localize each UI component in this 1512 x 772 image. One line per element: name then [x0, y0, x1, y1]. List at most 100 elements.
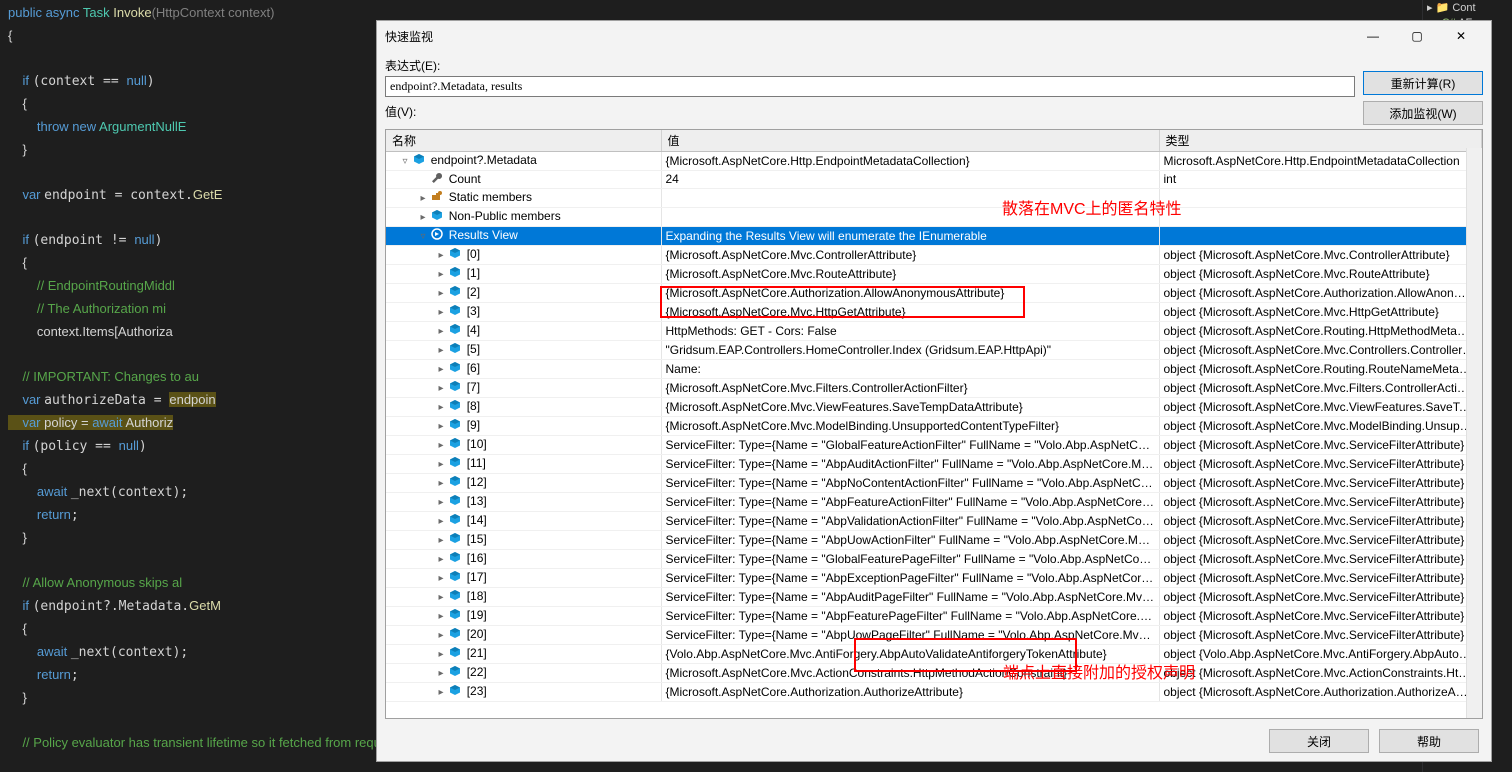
row-type: object {Microsoft.AspNetCore.Authorizati… [1159, 284, 1482, 303]
expand-icon[interactable]: ▸ [436, 399, 446, 416]
cube-icon [449, 437, 463, 449]
watch-row[interactable]: ▿ Results ViewExpanding the Results View… [386, 227, 1482, 246]
expand-icon[interactable]: ▸ [436, 418, 446, 435]
watch-row[interactable]: ▿ endpoint?.Metadata{Microsoft.AspNetCor… [386, 152, 1482, 171]
row-type: object {Volo.Abp.AspNetCore.Mvc.AntiForg… [1159, 645, 1482, 664]
expand-icon[interactable]: ▸ [436, 266, 446, 283]
row-name: [21] [467, 646, 487, 660]
expand-icon[interactable]: ▸ [436, 456, 446, 473]
expand-icon[interactable]: ▸ [436, 475, 446, 492]
expand-icon[interactable]: ▸ [436, 304, 446, 321]
row-name: endpoint?.Metadata [431, 153, 537, 167]
watch-row[interactable]: ▸ [9]{Microsoft.AspNetCore.Mvc.ModelBind… [386, 417, 1482, 436]
expand-icon[interactable]: ▸ [418, 209, 428, 226]
watch-grid[interactable]: 名称 值 类型 ▿ endpoint?.Metadata{Microsoft.A… [385, 129, 1483, 719]
annotation-bottom: 端点上直接附加的授权声明 [1003, 659, 1195, 683]
row-value: {Microsoft.AspNetCore.Mvc.Filters.Contro… [661, 379, 1159, 398]
expand-icon[interactable]: ▸ [436, 532, 446, 549]
quickwatch-dialog: 快速监视 — ▢ ✕ 表达式(E): 值(V): 重新计算(R) 添加监视(W)… [376, 20, 1492, 762]
expand-icon[interactable]: ▸ [436, 380, 446, 397]
reevaluate-button[interactable]: 重新计算(R) [1363, 71, 1483, 95]
cube-icon [449, 608, 463, 620]
row-name: [13] [467, 494, 487, 508]
expand-icon[interactable]: ▸ [436, 323, 446, 340]
row-name: [8] [467, 399, 480, 413]
row-type: object {Microsoft.AspNetCore.Mvc.Control… [1159, 341, 1482, 360]
expand-icon[interactable]: ▸ [436, 684, 446, 701]
expand-icon[interactable]: ▸ [436, 551, 446, 568]
watch-row[interactable]: ▸ [15]ServiceFilter: Type={Name = "AbpUo… [386, 531, 1482, 550]
row-value: ServiceFilter: Type={Name = "AbpAuditPag… [661, 588, 1159, 607]
close-button[interactable]: ✕ [1439, 22, 1483, 50]
watch-row[interactable]: ▸ [17]ServiceFilter: Type={Name = "AbpEx… [386, 569, 1482, 588]
expand-icon[interactable]: ▸ [436, 608, 446, 625]
watch-row[interactable]: ▸ [7]{Microsoft.AspNetCore.Mvc.Filters.C… [386, 379, 1482, 398]
watch-row[interactable]: ▸ [12]ServiceFilter: Type={Name = "AbpNo… [386, 474, 1482, 493]
solution-item[interactable]: ▸ 📁 Cont [1423, 0, 1512, 15]
row-value: ServiceFilter: Type={Name = "GlobalFeatu… [661, 436, 1159, 455]
row-name: [16] [467, 551, 487, 565]
expand-icon[interactable]: ▸ [436, 646, 446, 663]
watch-row[interactable]: ▸ [18]ServiceFilter: Type={Name = "AbpAu… [386, 588, 1482, 607]
row-type [1159, 227, 1482, 246]
watch-row[interactable]: ▸ [19]ServiceFilter: Type={Name = "AbpFe… [386, 607, 1482, 626]
row-name: [1] [467, 266, 480, 280]
row-type [1159, 208, 1482, 227]
cube-icon [449, 418, 463, 430]
watch-row[interactable]: ▸ [8] {Microsoft.AspNetCore.Mvc.ViewFeatu… [386, 398, 1482, 417]
watch-row[interactable]: ▸ [1]{Microsoft.AspNetCore.Mvc.RouteAttr… [386, 265, 1482, 284]
row-type: object {Microsoft.AspNetCore.Mvc.Service… [1159, 493, 1482, 512]
watch-row[interactable]: ▸ [4]HttpMethods: GET - Cors: Falseobjec… [386, 322, 1482, 341]
row-name: [4] [467, 323, 480, 337]
row-name: [10] [467, 437, 487, 451]
expand-icon[interactable]: ▸ [436, 513, 446, 530]
minimize-button[interactable]: — [1351, 22, 1395, 50]
expand-icon[interactable]: ▸ [436, 247, 446, 264]
expand-icon[interactable]: ▿ [400, 153, 410, 170]
expand-icon[interactable]: ▸ [436, 570, 446, 587]
maximize-button[interactable]: ▢ [1395, 22, 1439, 50]
cube-icon [449, 665, 463, 677]
watch-row[interactable]: ▸ Static members [386, 189, 1482, 208]
cube-icon [449, 570, 463, 582]
watch-row[interactable]: ▸ [10] ServiceFilter: Type={Name = "Globa… [386, 436, 1482, 455]
vertical-scrollbar[interactable] [1466, 148, 1482, 718]
expression-input[interactable] [385, 76, 1355, 97]
watch-row[interactable]: ▸ [13]ServiceFilter: Type={Name = "AbpFe… [386, 493, 1482, 512]
watch-row[interactable]: ▸ [0]{Microsoft.AspNetCore.Mvc.Controlle… [386, 246, 1482, 265]
expand-icon[interactable]: ▿ [418, 228, 428, 245]
cube-icon [449, 646, 463, 658]
add-watch-button[interactable]: 添加监视(W) [1363, 101, 1483, 125]
expand-icon[interactable]: ▸ [436, 285, 446, 302]
expand-icon[interactable]: ▸ [436, 361, 446, 378]
watch-row[interactable]: Count24int [386, 171, 1482, 189]
watch-row[interactable]: ▸ [23]{Microsoft.AspNetCore.Authorizatio… [386, 683, 1482, 702]
expand-icon[interactable]: ▸ [418, 190, 428, 207]
watch-row[interactable]: ▸ Non-Public members [386, 208, 1482, 227]
watch-row[interactable]: ▸ [5]"Gridsum.EAP.Controllers.HomeContro… [386, 341, 1482, 360]
watch-row[interactable]: ▸ [16]ServiceFilter: Type={Name = "Globa… [386, 550, 1482, 569]
expand-icon[interactable]: ▸ [436, 437, 446, 454]
row-value: {Microsoft.AspNetCore.Mvc.ViewFeatures.S… [661, 398, 1159, 417]
expand-icon[interactable]: ▸ [436, 342, 446, 359]
cube-icon [449, 494, 463, 506]
cube-icon [413, 153, 427, 165]
watch-row[interactable]: ▸ [14]ServiceFilter: Type={Name = "AbpVa… [386, 512, 1482, 531]
watch-row[interactable]: ▸ [6]Name:object {Microsoft.AspNetCore.R… [386, 360, 1482, 379]
row-name: [6] [467, 361, 480, 375]
row-name: [2] [467, 285, 480, 299]
close-dialog-button[interactable]: 关闭 [1269, 729, 1369, 753]
col-name[interactable]: 名称 [386, 130, 661, 152]
row-value: Expanding the Results View will enumerat… [661, 227, 1159, 246]
titlebar[interactable]: 快速监视 — ▢ ✕ [377, 21, 1491, 51]
stat-icon [431, 190, 445, 202]
expand-icon[interactable]: ▸ [436, 589, 446, 606]
help-button[interactable]: 帮助 [1379, 729, 1479, 753]
expand-icon[interactable]: ▸ [436, 627, 446, 644]
expand-icon[interactable]: ▸ [436, 494, 446, 511]
col-type[interactable]: 类型 [1159, 130, 1482, 152]
col-value[interactable]: 值 [661, 130, 1159, 152]
watch-row[interactable]: ▸ [11]ServiceFilter: Type={Name = "AbpAu… [386, 455, 1482, 474]
expand-icon[interactable]: ▸ [436, 665, 446, 682]
row-type: object {Microsoft.AspNetCore.Mvc.Service… [1159, 569, 1482, 588]
